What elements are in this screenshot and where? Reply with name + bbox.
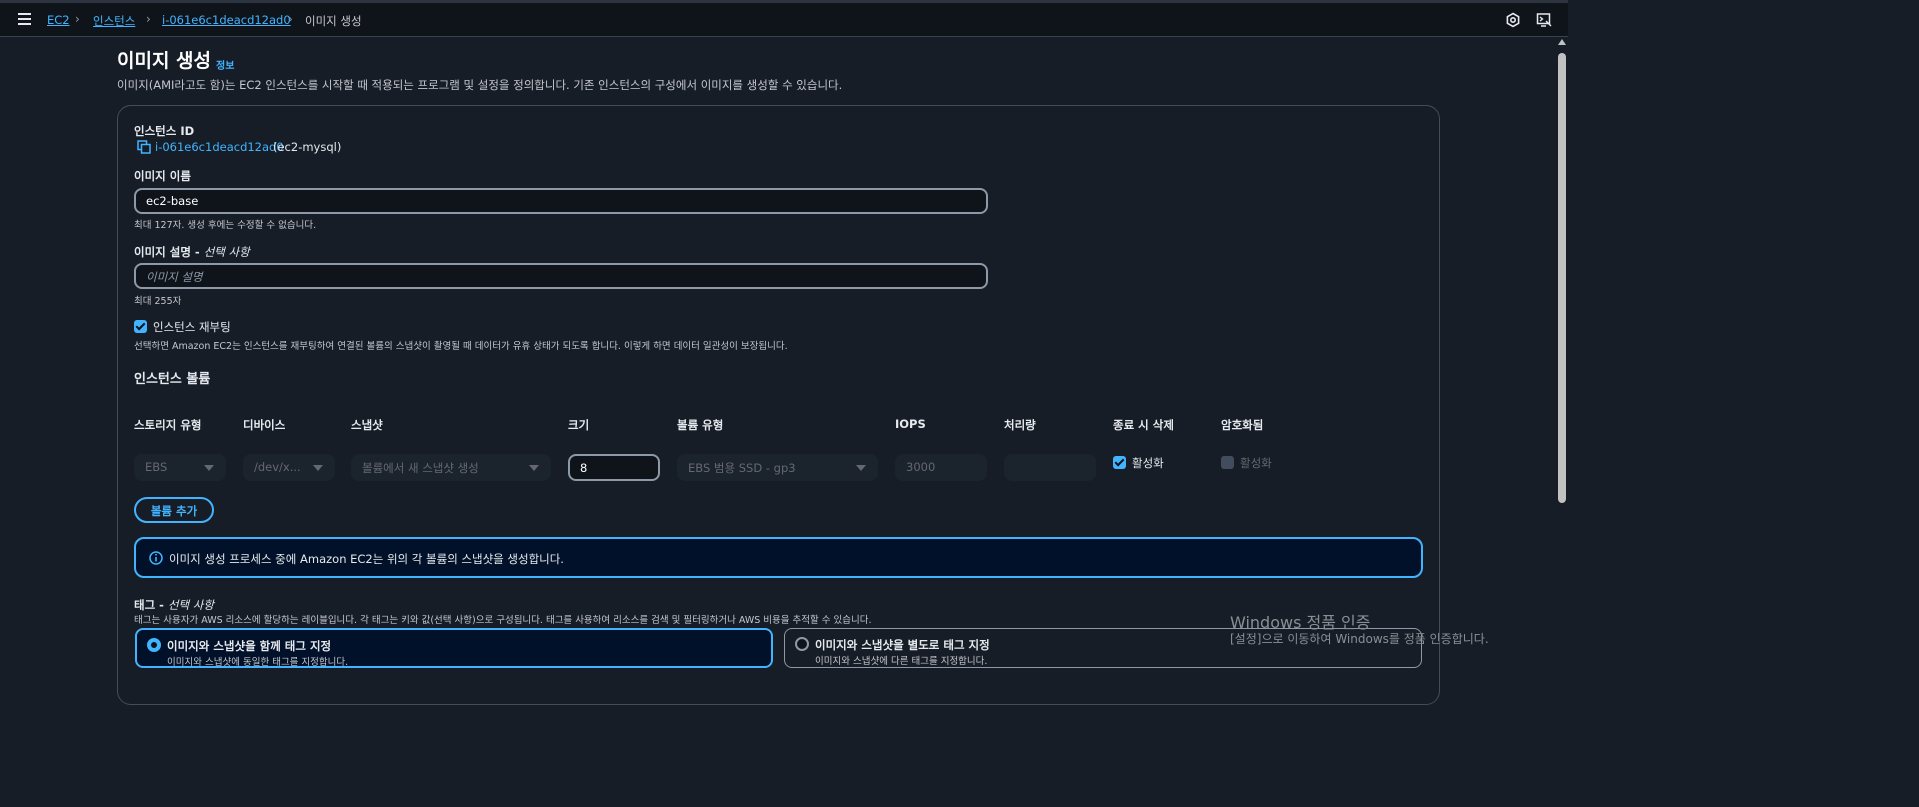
image-name-input[interactable]: ec2-base xyxy=(134,188,988,214)
image-name-hint: 최대 127자. 생성 후에는 수정할 수 없습니다. xyxy=(134,220,317,231)
tag-together-label: 이미지와 스냅샷을 함께 태그 지정 xyxy=(167,639,332,653)
caret-down-icon xyxy=(856,465,866,471)
image-name-label: 이미지 이름 xyxy=(134,169,191,183)
caret-down-icon xyxy=(204,465,214,471)
chevron-right-icon: › xyxy=(146,12,151,26)
encrypted-checkbox xyxy=(1221,456,1234,469)
tags-title: 태그 - 선택 사항 xyxy=(134,598,214,612)
breadcrumb-ec2[interactable]: EC2 xyxy=(47,13,70,27)
page-description: 이미지(AMI라고도 함)는 EC2 인스턴스를 시작할 때 적용되는 프로그램… xyxy=(117,78,843,92)
info-link[interactable]: 정보 xyxy=(216,57,234,72)
delete-on-termination-label: 활성화 xyxy=(1132,456,1164,470)
tag-together-description: 이미지와 스냅샷에 동일한 태그를 지정합니다. xyxy=(167,657,349,668)
image-description-input[interactable]: 이미지 설명 xyxy=(134,263,988,289)
column-storage-type: 스토리지 유형 xyxy=(134,418,202,432)
scroll-up-arrow-icon[interactable] xyxy=(1558,39,1566,45)
caret-down-icon xyxy=(529,465,539,471)
delete-on-termination-checkbox[interactable] xyxy=(1113,456,1126,469)
tag-separately-label: 이미지와 스냅샷을 별도로 태그 지정 xyxy=(815,638,990,652)
encrypted-label: 활성화 xyxy=(1240,456,1272,470)
snapshot-select: 볼륨에서 새 스냅샷 생성 xyxy=(351,454,551,481)
chevron-right-icon: › xyxy=(75,12,80,26)
reboot-hint: 선택하면 Amazon EC2는 인스턴스를 재부팅하여 연결된 볼륨의 스냅샷… xyxy=(134,341,788,352)
tag-together-radio[interactable] xyxy=(147,638,161,652)
breadcrumb-instances[interactable]: 인스턴스 xyxy=(93,13,135,29)
instance-name: (ec2-mysql) xyxy=(273,140,342,154)
tag-together-option[interactable]: 이미지와 스냅샷을 함께 태그 지정 이미지와 스냅샷에 동일한 태그를 지정합… xyxy=(135,628,773,668)
breadcrumb-current: 이미지 생성 xyxy=(305,14,362,28)
column-throughput: 처리량 xyxy=(1004,418,1036,432)
storage-type-select: EBS xyxy=(134,454,226,481)
iops-input: 3000 xyxy=(895,454,987,481)
add-volume-button[interactable]: 볼륨 추가 xyxy=(134,497,214,523)
column-snapshot: 스냅샷 xyxy=(351,418,383,432)
image-description-label: 이미지 설명 - 선택 사항 xyxy=(134,245,250,259)
column-encrypted: 암호화됨 xyxy=(1221,418,1264,432)
settings-hexagon-icon[interactable] xyxy=(1505,12,1521,28)
column-volume-type: 볼륨 유형 xyxy=(677,418,724,432)
column-delete-on-termination: 종료 시 삭제 xyxy=(1113,418,1174,432)
volume-type-select: EBS 범용 SSD - gp3 xyxy=(677,454,878,481)
info-alert-text: 이미지 생성 프로세스 중에 Amazon EC2는 위의 각 볼륨의 스냅샷을… xyxy=(169,552,564,566)
reboot-checkbox[interactable] xyxy=(134,320,147,333)
tags-description: 태그는 사용자가 AWS 리소스에 할당하는 레이블입니다. 각 태그는 키와 … xyxy=(134,615,872,626)
size-input[interactable]: 8 xyxy=(568,454,660,481)
tag-separately-radio[interactable] xyxy=(795,637,809,651)
throughput-input xyxy=(1004,454,1096,481)
menu-icon[interactable] xyxy=(18,13,31,25)
device-select: /dev/x... xyxy=(243,454,335,481)
instance-id-label: 인스턴스 ID xyxy=(134,124,195,138)
page-title: 이미지 생성 xyxy=(117,50,212,72)
cloudshell-icon[interactable] xyxy=(1536,12,1552,28)
chevron-right-icon: › xyxy=(288,12,293,26)
column-device: 디바이스 xyxy=(243,418,286,432)
scrollbar-thumb[interactable] xyxy=(1558,53,1566,503)
info-icon xyxy=(149,551,163,565)
top-navigation-bar: EC2 › 인스턴스 › i-061e6c1deacd12ad0 › 이미지 생… xyxy=(0,3,1568,37)
tag-separately-description: 이미지와 스냅샷에 다른 태그를 지정합니다. xyxy=(815,656,988,667)
image-description-hint: 최대 255자 xyxy=(134,296,182,307)
breadcrumb-instance-id[interactable]: i-061e6c1deacd12ad0 xyxy=(162,13,291,27)
column-size: 크기 xyxy=(568,418,590,432)
copy-icon[interactable] xyxy=(137,140,151,154)
reboot-label: 인스턴스 재부팅 xyxy=(153,320,231,334)
info-alert: 이미지 생성 프로세스 중에 Amazon EC2는 위의 각 볼륨의 스냅샷을… xyxy=(134,537,1423,578)
windows-activation-message: [설정]으로 이동하여 Windows를 정품 인증합니다. xyxy=(1230,632,1489,646)
instance-volumes-title: 인스턴스 볼륨 xyxy=(134,372,211,387)
caret-down-icon xyxy=(313,465,323,471)
column-iops: IOPS xyxy=(895,417,926,431)
instance-id-link[interactable]: i-061e6c1deacd12ad0 xyxy=(155,140,284,154)
